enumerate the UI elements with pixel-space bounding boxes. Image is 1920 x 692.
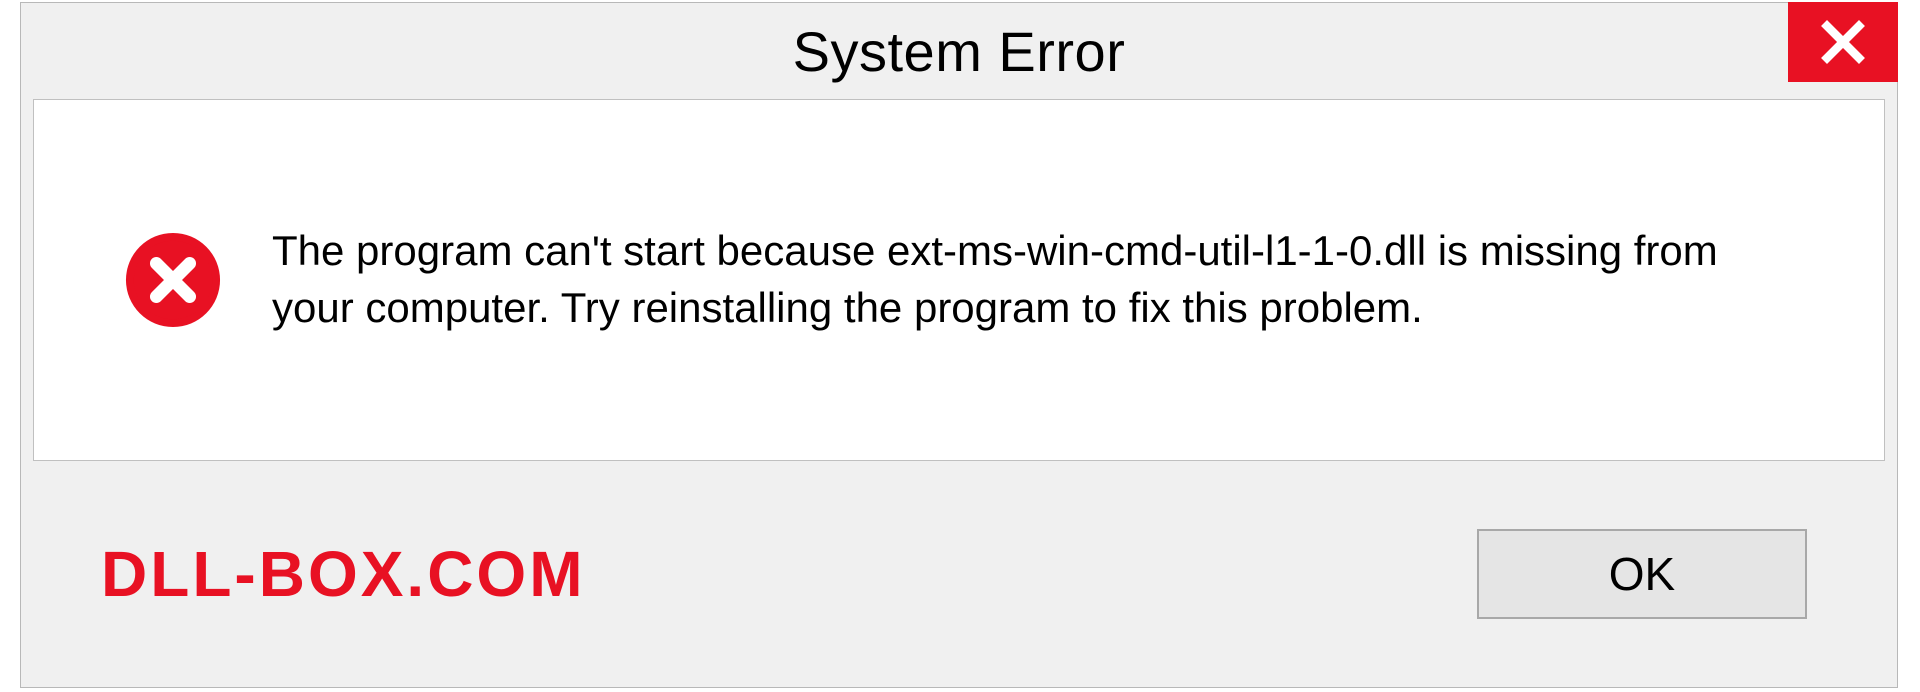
error-message: The program can't start because ext-ms-w… (272, 223, 1742, 336)
dialog-footer: DLL-BOX.COM OK (21, 461, 1897, 687)
error-circle-x-icon (124, 231, 222, 329)
close-icon (1819, 18, 1867, 66)
ok-button-label: OK (1609, 547, 1675, 601)
dialog-content: The program can't start because ext-ms-w… (33, 99, 1885, 461)
watermark-text: DLL-BOX.COM (101, 537, 586, 611)
error-dialog: System Error The program can't start bec… (20, 2, 1898, 688)
dialog-title: System Error (793, 19, 1126, 84)
titlebar: System Error (21, 3, 1897, 99)
close-button[interactable] (1788, 2, 1898, 82)
ok-button[interactable]: OK (1477, 529, 1807, 619)
